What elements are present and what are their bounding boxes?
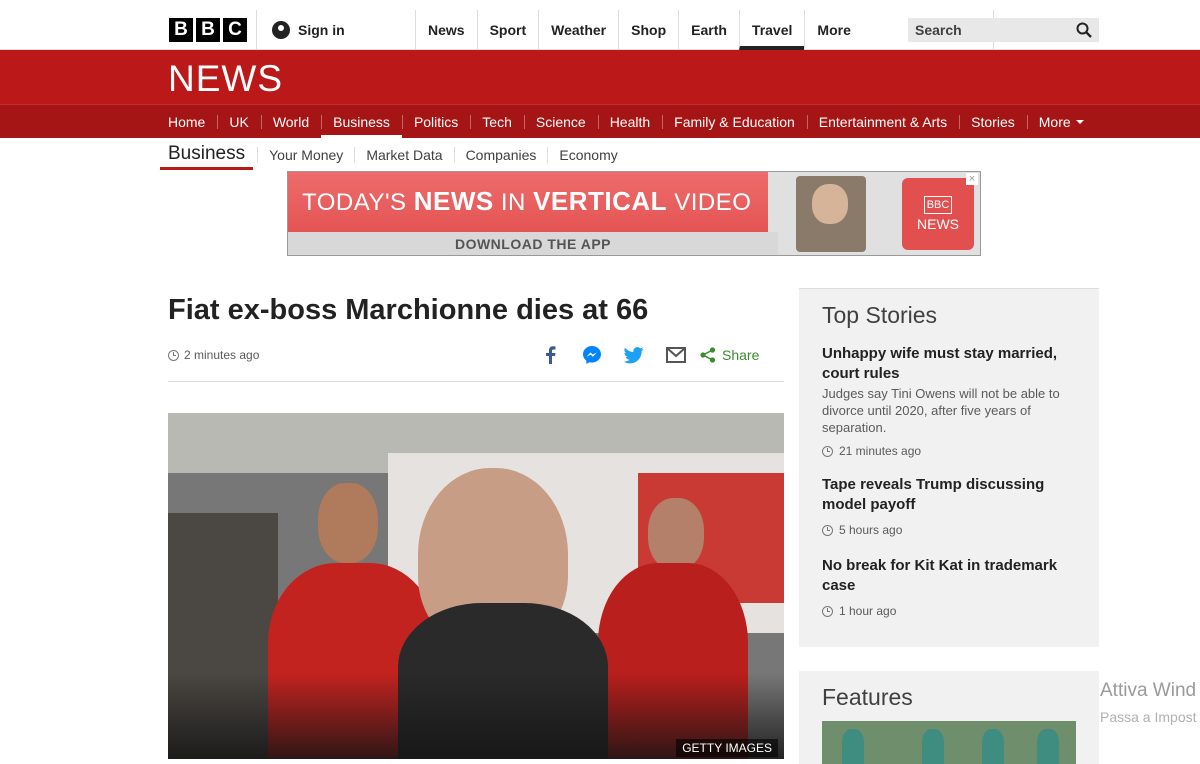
bbc-logo[interactable]: B B C bbox=[169, 18, 247, 42]
topnav-more-label: More bbox=[817, 22, 851, 38]
section-nav: Home UK World Business Politics Tech Sci… bbox=[0, 104, 1200, 139]
secnav-home[interactable]: Home bbox=[156, 105, 217, 139]
topnav-travel[interactable]: Travel bbox=[738, 10, 805, 50]
search-icon[interactable] bbox=[1076, 22, 1092, 38]
feature-thumbnail[interactable] bbox=[822, 721, 1076, 764]
secnav-more-label: More bbox=[1038, 114, 1071, 130]
top-story-item[interactable]: Tape reveals Trump discussing model payo… bbox=[822, 475, 1082, 537]
story-title[interactable]: No break for Kit Kat in trademark case bbox=[822, 556, 1082, 596]
close-icon[interactable]: × bbox=[966, 173, 978, 185]
os-activation-watermark: Attiva Wind bbox=[1100, 680, 1197, 701]
banner-text-part: TODAY'S bbox=[302, 189, 414, 216]
article-main-image: GETTY IMAGES bbox=[168, 413, 784, 759]
timestamp-text: 2 minutes ago bbox=[184, 348, 260, 362]
search-input[interactable]: Search bbox=[908, 18, 1099, 42]
story-time-text: 21 minutes ago bbox=[839, 444, 922, 458]
badge-top: BBC bbox=[923, 196, 953, 214]
top-stories-panel: Top Stories Unhappy wife must stay marri… bbox=[799, 288, 1099, 647]
topnav-earth[interactable]: Earth bbox=[678, 10, 739, 50]
news-header: NEWS Home UK World Business Politics Tec… bbox=[0, 50, 1200, 139]
share-tools: Share bbox=[540, 345, 759, 365]
banner-headline: TODAY'S NEWS IN VERTICAL VIDEO bbox=[302, 186, 751, 217]
clock-icon bbox=[822, 445, 833, 457]
secnav-stories[interactable]: Stories bbox=[959, 105, 1027, 139]
secnav-family-education[interactable]: Family & Education bbox=[662, 105, 807, 139]
secnav-politics[interactable]: Politics bbox=[401, 105, 470, 139]
subnav-your-money[interactable]: Your Money bbox=[257, 147, 354, 163]
twitter-icon[interactable] bbox=[624, 345, 644, 365]
news-logo[interactable]: NEWS bbox=[168, 58, 283, 100]
photo-face bbox=[318, 483, 378, 563]
topnav-weather[interactable]: Weather bbox=[538, 10, 618, 50]
story-summary: Judges say Tini Owens will not be able t… bbox=[822, 386, 1060, 435]
top-story-item[interactable]: Unhappy wife must stay married, court ru… bbox=[822, 344, 1082, 458]
global-header: B B C Sign in News Sport Weather Shop Ea… bbox=[0, 0, 1200, 50]
bbc-news-app-badge: BBC NEWS bbox=[902, 178, 974, 250]
story-time-text: 5 hours ago bbox=[839, 523, 903, 537]
secnav-more[interactable]: More bbox=[1026, 105, 1096, 139]
secnav-science[interactable]: Science bbox=[523, 105, 598, 139]
banner-text-bold: VERTICAL bbox=[533, 186, 668, 216]
badge-bottom: NEWS bbox=[917, 216, 959, 232]
email-icon[interactable] bbox=[666, 345, 686, 365]
download-app-cta[interactable]: DOWNLOAD THE APP bbox=[288, 232, 778, 255]
chevron-down-icon bbox=[1075, 120, 1084, 124]
clock-icon bbox=[822, 524, 833, 536]
subnav-market-data[interactable]: Market Data bbox=[354, 147, 453, 163]
signin-button[interactable]: Sign in bbox=[256, 10, 345, 50]
subnav-economy[interactable]: Economy bbox=[547, 147, 628, 163]
logo-letter: C bbox=[223, 18, 247, 42]
search-placeholder: Search bbox=[915, 22, 962, 38]
user-icon bbox=[272, 21, 290, 39]
secnav-uk[interactable]: UK bbox=[217, 105, 260, 139]
messenger-icon[interactable] bbox=[582, 345, 602, 365]
banner-text-part: VIDEO bbox=[667, 189, 752, 216]
phone-image bbox=[796, 176, 866, 252]
secnav-tech[interactable]: Tech bbox=[470, 105, 524, 139]
story-time: 5 hours ago bbox=[822, 523, 1082, 537]
logo-letter: B bbox=[196, 18, 220, 42]
features-heading: Features bbox=[822, 684, 913, 710]
share-button[interactable]: Share bbox=[700, 347, 759, 363]
article-headline: Fiat ex-boss Marchionne dies at 66 bbox=[168, 294, 649, 326]
topnav-shop[interactable]: Shop bbox=[618, 10, 678, 50]
image-credit: GETTY IMAGES bbox=[676, 739, 778, 757]
article-divider bbox=[168, 381, 784, 382]
secnav-entertainment-arts[interactable]: Entertainment & Arts bbox=[806, 105, 959, 139]
subnav-companies[interactable]: Companies bbox=[453, 147, 548, 163]
photo-figure bbox=[922, 729, 944, 764]
story-title[interactable]: Unhappy wife must stay married, court ru… bbox=[822, 344, 1082, 384]
clock-icon bbox=[822, 605, 833, 617]
secnav-business[interactable]: Business bbox=[321, 105, 402, 139]
story-title[interactable]: Tape reveals Trump discussing model payo… bbox=[822, 475, 1082, 515]
signin-label: Sign in bbox=[298, 22, 345, 38]
business-subnav: Business Your Money Market Data Companie… bbox=[160, 140, 629, 170]
top-story-item[interactable]: No break for Kit Kat in trademark case 1… bbox=[822, 556, 1082, 618]
story-time: 1 hour ago bbox=[822, 604, 1082, 618]
story-time-text: 1 hour ago bbox=[839, 604, 897, 618]
topnav-sport[interactable]: Sport bbox=[476, 10, 539, 50]
logo-letter: B bbox=[169, 18, 193, 42]
article-timestamp: 2 minutes ago bbox=[168, 348, 259, 362]
secnav-world[interactable]: World bbox=[260, 105, 321, 139]
subnav-title[interactable]: Business bbox=[160, 140, 254, 170]
photo-figure bbox=[842, 729, 864, 764]
story-time: 21 minutes ago bbox=[822, 444, 1082, 458]
banner-text-bold: NEWS bbox=[413, 186, 494, 216]
banner-text-part: IN bbox=[493, 189, 534, 216]
features-panel: Features bbox=[799, 671, 1099, 764]
top-stories-heading: Top Stories bbox=[822, 302, 938, 328]
photo-face bbox=[648, 498, 704, 570]
clock-icon bbox=[168, 349, 179, 361]
app-banner-ad[interactable]: TODAY'S NEWS IN VERTICAL VIDEO DOWNLOAD … bbox=[287, 171, 981, 256]
facebook-icon[interactable] bbox=[540, 345, 560, 365]
secnav-health[interactable]: Health bbox=[597, 105, 662, 139]
photo-figure bbox=[982, 729, 1004, 764]
photo-figure bbox=[1037, 729, 1059, 764]
share-icon bbox=[700, 347, 716, 363]
os-activation-watermark-sub: Passa a Impost bbox=[1100, 709, 1197, 725]
topnav-news[interactable]: News bbox=[415, 10, 477, 50]
share-label: Share bbox=[722, 347, 760, 363]
